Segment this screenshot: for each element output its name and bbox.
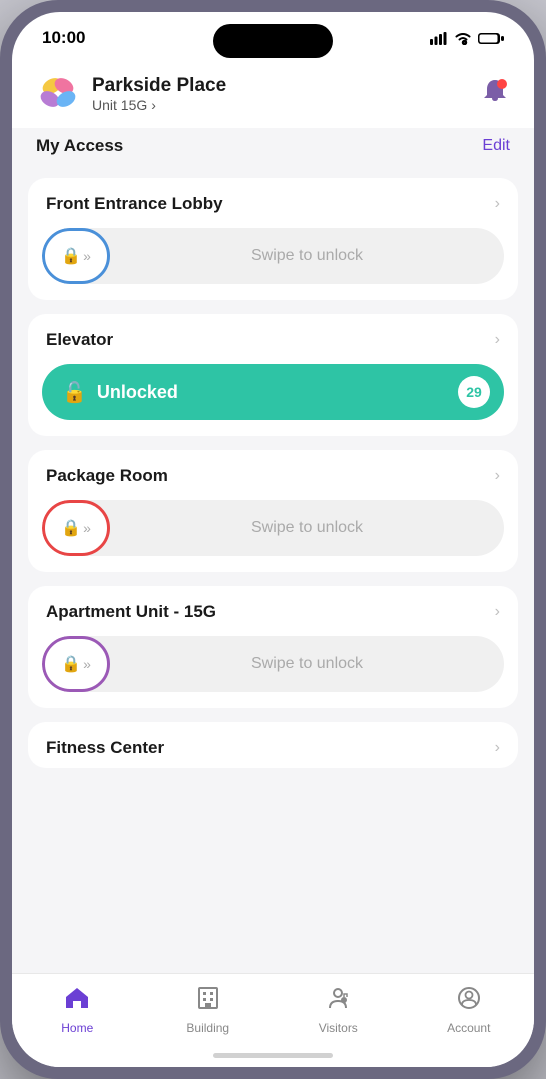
nav-item-building[interactable]: Building bbox=[143, 986, 274, 1035]
access-card-front-entrance: Front Entrance Lobby › 🔒 » Swipe to unlo… bbox=[28, 178, 518, 300]
phone-screen: 10:00 bbox=[12, 12, 534, 1067]
apartment-chevron: › bbox=[495, 603, 500, 621]
home-bar bbox=[213, 1053, 333, 1058]
front-entrance-swipe-btn[interactable]: 🔒 » Swipe to unlock bbox=[42, 228, 504, 284]
package-room-swipe-btn[interactable]: 🔒 » Swipe to unlock bbox=[42, 500, 504, 556]
status-time: 10:00 bbox=[42, 28, 85, 48]
unit-label[interactable]: Unit 15G › bbox=[92, 97, 226, 113]
front-entrance-header[interactable]: Front Entrance Lobby › bbox=[28, 178, 518, 224]
fitness-header[interactable]: Fitness Center › bbox=[28, 722, 518, 768]
access-card-elevator: Elevator › 🔓 Unlocked 29 bbox=[28, 314, 518, 436]
nav-item-account[interactable]: Account bbox=[404, 986, 535, 1035]
front-entrance-handle: 🔒 » bbox=[42, 228, 110, 284]
swipe-arrows: » bbox=[83, 248, 91, 264]
access-card-apartment: Apartment Unit - 15G › 🔒 » Swipe to unlo… bbox=[28, 586, 518, 708]
home-nav-icon bbox=[64, 986, 90, 1017]
swipe-arrows-2: » bbox=[83, 520, 91, 536]
lock-icon: 🔒 bbox=[61, 246, 81, 266]
phone-frame: 10:00 bbox=[0, 0, 546, 1079]
fitness-title: Fitness Center bbox=[46, 738, 164, 758]
package-room-title: Package Room bbox=[46, 466, 168, 486]
access-card-package-room: Package Room › 🔒 » Swipe to unlock bbox=[28, 450, 518, 572]
swipe-arrows-3: » bbox=[83, 656, 91, 672]
bell-icon bbox=[480, 77, 510, 107]
visitors-nav-icon bbox=[326, 986, 350, 1017]
package-room-body: 🔒 » Swipe to unlock bbox=[28, 496, 518, 572]
apartment-header[interactable]: Apartment Unit - 15G › bbox=[28, 586, 518, 632]
nav-item-visitors[interactable]: Visitors bbox=[273, 986, 404, 1035]
app-name: Parkside Place bbox=[92, 75, 226, 98]
section-title: My Access bbox=[36, 136, 123, 156]
home-indicator bbox=[12, 1043, 534, 1067]
dynamic-island bbox=[213, 24, 333, 58]
package-room-chevron: › bbox=[495, 467, 500, 485]
account-nav-icon bbox=[457, 986, 481, 1017]
elevator-title: Elevator bbox=[46, 330, 113, 350]
signal-icon bbox=[430, 32, 448, 45]
elevator-unlocked-btn[interactable]: 🔓 Unlocked 29 bbox=[42, 364, 504, 420]
apartment-swipe-btn[interactable]: 🔒 » Swipe to unlock bbox=[42, 636, 504, 692]
front-entrance-title: Front Entrance Lobby bbox=[46, 194, 223, 214]
fitness-chevron: › bbox=[495, 739, 500, 757]
building-nav-icon bbox=[196, 986, 220, 1017]
front-entrance-swipe-text: Swipe to unlock bbox=[110, 247, 504, 265]
header-left: Parkside Place Unit 15G › bbox=[36, 72, 226, 116]
package-room-header[interactable]: Package Room › bbox=[28, 450, 518, 496]
package-room-swipe-text: Swipe to unlock bbox=[110, 519, 504, 537]
unlocked-lock-icon: 🔓 bbox=[62, 380, 87, 405]
section-header: My Access Edit bbox=[12, 128, 534, 168]
app-logo bbox=[36, 72, 80, 116]
elevator-unlocked-left: 🔓 Unlocked bbox=[62, 380, 178, 405]
elevator-header[interactable]: Elevator › bbox=[28, 314, 518, 360]
app-content: Parkside Place Unit 15G › bbox=[12, 56, 534, 1067]
bottom-nav: Home Building bbox=[12, 973, 534, 1043]
elevator-unlocked-badge: 29 bbox=[458, 376, 490, 408]
home-nav-label: Home bbox=[61, 1021, 93, 1035]
nav-item-home[interactable]: Home bbox=[12, 986, 143, 1035]
notification-bell[interactable] bbox=[480, 77, 510, 112]
unit-chevron: › bbox=[151, 97, 156, 113]
apartment-swipe-text: Swipe to unlock bbox=[110, 655, 504, 673]
account-nav-label: Account bbox=[447, 1021, 490, 1035]
wifi-icon bbox=[454, 32, 472, 45]
front-entrance-body: 🔒 » Swipe to unlock bbox=[28, 224, 518, 300]
lock-icon-3: 🔒 bbox=[61, 654, 81, 674]
header-text: Parkside Place Unit 15G › bbox=[92, 75, 226, 114]
visitors-nav-label: Visitors bbox=[319, 1021, 358, 1035]
apartment-handle: 🔒 » bbox=[42, 636, 110, 692]
elevator-unlocked-text: Unlocked bbox=[97, 382, 178, 403]
battery-icon bbox=[478, 32, 504, 45]
apartment-title: Apartment Unit - 15G bbox=[46, 602, 216, 622]
scroll-area[interactable]: Front Entrance Lobby › 🔒 » Swipe to unlo… bbox=[12, 168, 534, 973]
apartment-body: 🔒 » Swipe to unlock bbox=[28, 632, 518, 708]
status-icons bbox=[430, 32, 504, 45]
elevator-body: 🔓 Unlocked 29 bbox=[28, 360, 518, 436]
front-entrance-chevron: › bbox=[495, 195, 500, 213]
edit-button[interactable]: Edit bbox=[482, 137, 510, 155]
lock-icon-2: 🔒 bbox=[61, 518, 81, 538]
elevator-chevron: › bbox=[495, 331, 500, 349]
package-room-handle: 🔒 » bbox=[42, 500, 110, 556]
app-header: Parkside Place Unit 15G › bbox=[12, 56, 534, 128]
access-card-fitness: Fitness Center › bbox=[28, 722, 518, 768]
building-nav-label: Building bbox=[186, 1021, 229, 1035]
